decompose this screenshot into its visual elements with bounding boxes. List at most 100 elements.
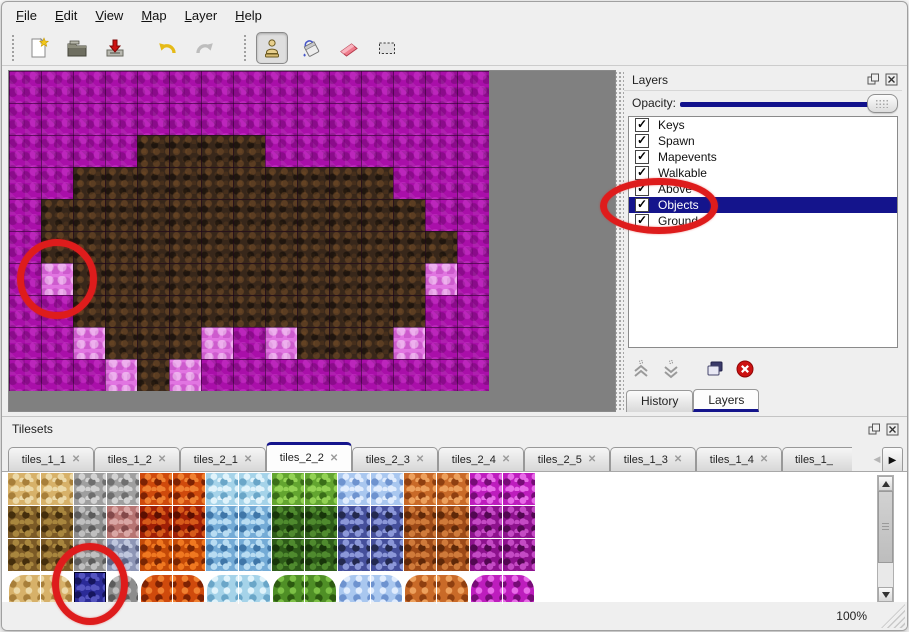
map-tile[interactable] [361,199,393,231]
map-tile[interactable] [361,167,393,199]
tileset-tile-ice[interactable] [206,473,238,505]
map-tile[interactable] [457,231,489,263]
map-tile[interactable] [233,71,265,103]
tileset-tile-vine[interactable] [305,539,337,571]
map-tile[interactable] [137,359,169,391]
tileset-tile-rock[interactable] [74,506,106,538]
layer-visible-checkbox[interactable]: ✓ [635,150,649,164]
map-tile[interactable] [201,135,233,167]
map-tile[interactable] [9,71,41,103]
tileset-tile-ice-blob[interactable] [206,572,271,604]
tileset-tile-crystal-blob[interactable] [338,572,403,604]
eraser-tool-button[interactable] [334,33,364,63]
tileset-tab-tiles_1_1[interactable]: tiles_1_1✕ [8,447,94,471]
map-tile[interactable] [201,103,233,135]
map-tile[interactable] [393,103,425,135]
resize-grip[interactable] [881,604,905,628]
map-tile[interactable] [169,103,201,135]
map-tile[interactable] [201,71,233,103]
tileset-tile-dweb[interactable] [503,506,535,538]
tab-close-icon[interactable]: ✕ [760,454,768,465]
map-tile[interactable] [457,359,489,391]
toolbar-grip[interactable] [10,35,16,61]
tileset-tile-bark[interactable] [41,539,73,571]
map-tile[interactable] [329,295,361,327]
map-tile[interactable] [233,359,265,391]
map-tile[interactable] [329,167,361,199]
map-tile[interactable] [265,103,297,135]
map-tile[interactable] [73,103,105,135]
layer-row-mapevents[interactable]: ✓Mapevents [629,149,897,165]
open-map-button[interactable] [62,33,92,63]
scrollbar-thumb[interactable] [878,491,893,563]
tileset-tile-lava[interactable] [140,473,172,505]
tab-close-icon[interactable]: ✕ [158,454,166,465]
tab-layers[interactable]: Layers [693,389,759,412]
tileset-tab-tiles_2_3[interactable]: tiles_2_3✕ [352,447,438,471]
menu-edit[interactable]: Edit [47,6,87,25]
tileset-tile-clay-blob[interactable] [404,572,469,604]
tileset-tile-dweb[interactable] [503,539,535,571]
rect-select-tool-button[interactable] [372,33,402,63]
tileset-tile-bark[interactable] [8,506,40,538]
map-tile[interactable] [105,135,137,167]
tileset-tile-ember[interactable] [404,506,436,538]
tileset-tile-sand-blob[interactable] [8,572,73,604]
layer-visible-checkbox[interactable]: ✓ [635,214,649,228]
map-tile[interactable] [137,103,169,135]
undo-button[interactable] [152,33,182,63]
map-tile[interactable] [297,167,329,199]
toolbar-grip[interactable] [242,35,248,61]
map-tile[interactable] [73,167,105,199]
map-tile[interactable] [393,167,425,199]
tileset-tab-tiles_1_2[interactable]: tiles_1_2✕ [94,447,180,471]
map-tile[interactable] [105,167,137,199]
map-tile[interactable] [9,199,41,231]
tileset-tile-selected[interactable] [74,572,106,604]
map-tile[interactable] [425,231,457,263]
map-tile[interactable] [201,359,233,391]
map-tile[interactable] [329,135,361,167]
map-tile[interactable] [329,103,361,135]
map-tile[interactable] [73,135,105,167]
map-tile[interactable] [393,71,425,103]
map-tile[interactable] [457,135,489,167]
close-panel-button[interactable] [886,423,899,436]
map-tile[interactable] [393,135,425,167]
map-tile[interactable] [265,167,297,199]
map-tile[interactable] [393,359,425,391]
map-tile[interactable] [425,199,457,231]
map-tile[interactable] [233,199,265,231]
map-tile[interactable] [73,359,105,391]
raise-layer-button[interactable] [630,359,651,380]
map-tile[interactable] [393,327,425,359]
map-tile[interactable] [169,327,201,359]
map-tile[interactable] [105,263,137,295]
map-tile[interactable] [457,199,489,231]
map-tile[interactable] [105,327,137,359]
tileset-tile-stone[interactable] [74,473,106,505]
tileset-grid[interactable] [8,473,535,604]
map-tile[interactable] [361,295,393,327]
tileset-tile-flame2[interactable] [173,539,205,571]
map-tile[interactable] [393,231,425,263]
tileset-tile-vine[interactable] [272,539,304,571]
menu-view[interactable]: View [87,6,133,25]
map-tile[interactable] [169,231,201,263]
map-tile[interactable] [265,327,297,359]
map-tile[interactable] [41,199,73,231]
panel-splitter[interactable] [616,70,624,412]
tileset-tile-grass[interactable] [305,473,337,505]
map-tile[interactable] [9,359,41,391]
tileset-tile-frost[interactable] [239,539,271,571]
tileset-tile-bark[interactable] [8,539,40,571]
tileset-tab-tiles_2_1[interactable]: tiles_2_1✕ [180,447,266,471]
stamp-tool-button[interactable] [256,32,288,64]
scroll-up-button[interactable] [878,476,893,491]
tileset-tile-flame2[interactable] [140,539,172,571]
map-tile[interactable] [41,135,73,167]
map-tile[interactable] [329,327,361,359]
map-tile[interactable] [233,327,265,359]
fill-tool-button[interactable] [296,33,326,63]
map-tile[interactable] [425,327,457,359]
